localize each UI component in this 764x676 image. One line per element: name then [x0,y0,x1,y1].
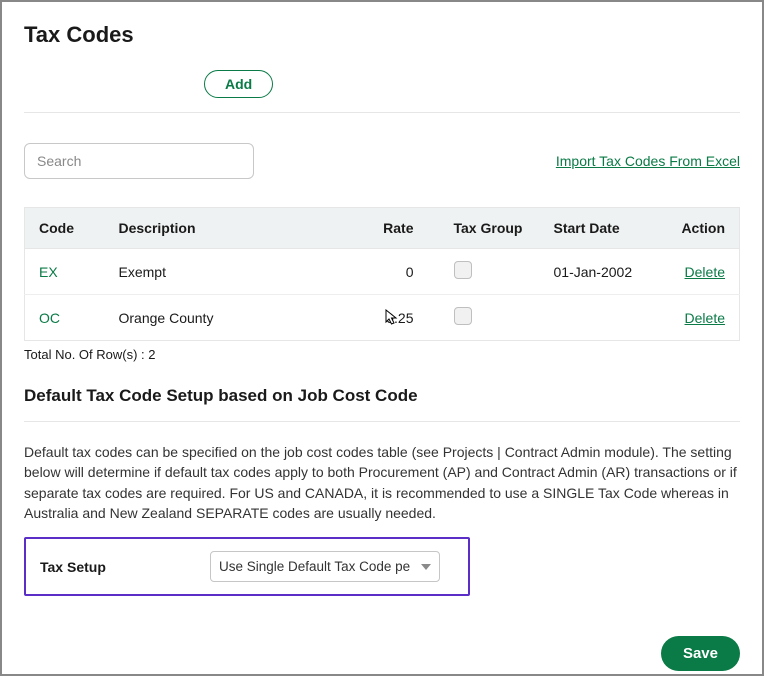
tax-setup-highlight-box: Tax Setup Use Single Default Tax Code pe [24,537,470,596]
col-rate: Rate [350,208,440,249]
col-tax-group: Tax Group [440,208,540,249]
page-title: Tax Codes [24,22,740,48]
rate-cell: 9.25 [350,295,440,341]
tax-group-cell [440,295,540,341]
tax-group-checkbox[interactable] [454,261,472,279]
code-link[interactable]: OC [39,310,60,326]
divider [24,112,740,113]
table-header-row: Code Description Rate Tax Group Start Da… [25,208,740,249]
add-button[interactable]: Add [204,70,273,98]
col-action: Action [660,208,740,249]
col-code: Code [25,208,105,249]
default-tax-code-section-title: Default Tax Code Setup based on Job Cost… [24,386,740,406]
save-button-row: Save [24,636,740,671]
rate-value: 9.25 [386,310,413,326]
code-link[interactable]: EX [39,264,58,280]
start-date-cell [540,295,660,341]
rate-cell: 0 [350,249,440,295]
tax-codes-panel: Tax Codes Add Import Tax Codes From Exce… [0,0,764,676]
tax-codes-table: Code Description Rate Tax Group Start Da… [24,207,740,341]
add-button-row: Add [24,70,740,98]
table-row: OC Orange County 9.25 Delete [25,295,740,341]
col-start-date: Start Date [540,208,660,249]
divider [24,421,740,422]
delete-link[interactable]: Delete [685,264,725,280]
tax-group-checkbox[interactable] [454,307,472,325]
tax-setup-select[interactable]: Use Single Default Tax Code pe [210,551,440,582]
save-button[interactable]: Save [661,636,740,671]
tax-setup-selected-value: Use Single Default Tax Code pe [219,559,410,574]
tax-group-cell [440,249,540,295]
col-description: Description [105,208,350,249]
description-cell: Exempt [105,249,350,295]
delete-link[interactable]: Delete [685,310,725,326]
start-date-cell: 01-Jan-2002 [540,249,660,295]
chevron-down-icon [421,564,431,570]
tax-setup-label: Tax Setup [40,559,210,575]
table-row: EX Exempt 0 01-Jan-2002 Delete [25,249,740,295]
search-input[interactable] [24,143,254,179]
total-rows-label: Total No. Of Row(s) : 2 [24,347,740,362]
search-import-row: Import Tax Codes From Excel [24,143,740,179]
description-cell: Orange County [105,295,350,341]
import-tax-codes-link[interactable]: Import Tax Codes From Excel [556,153,740,169]
default-tax-code-description: Default tax codes can be specified on th… [24,442,740,523]
